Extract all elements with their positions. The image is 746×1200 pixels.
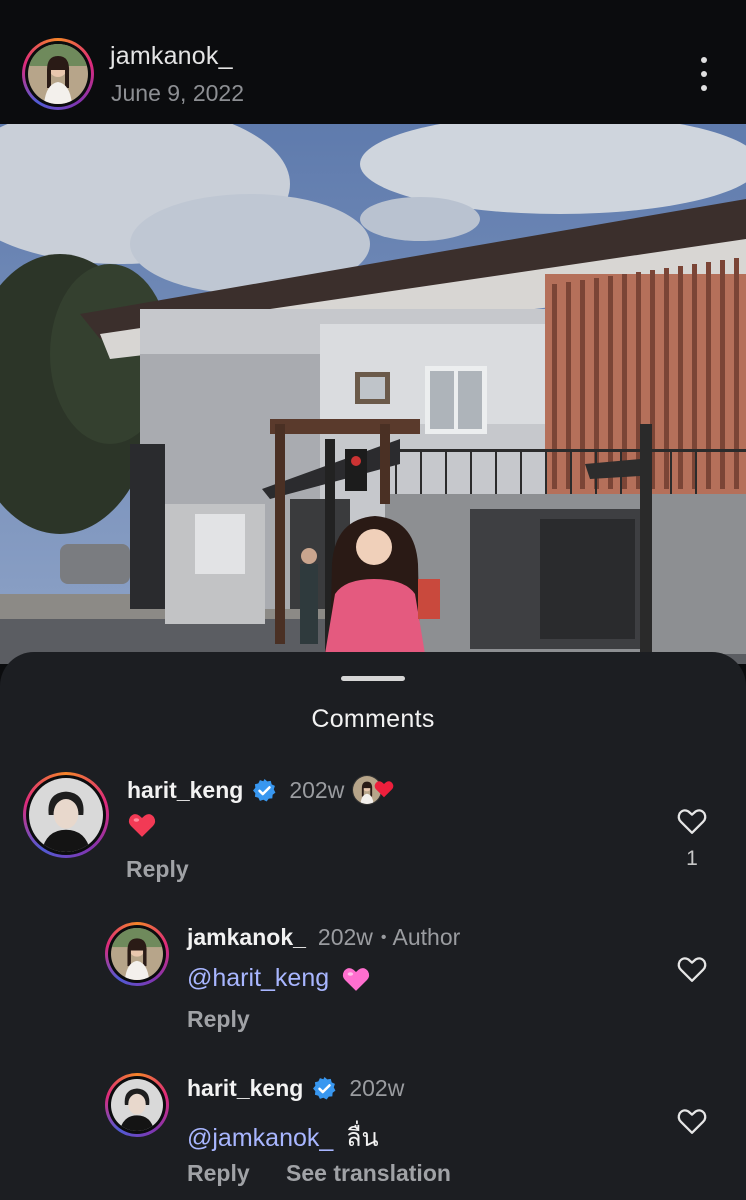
comment-actions: Reply See translation — [187, 1160, 451, 1187]
see-translation-button[interactable]: See translation — [286, 1160, 451, 1186]
more-dot-icon — [701, 85, 707, 91]
like-button[interactable] — [675, 1104, 709, 1138]
post-header: jamkanok_ June 9, 2022 — [0, 0, 746, 124]
commenter-avatar[interactable] — [105, 922, 169, 986]
heart-outline-icon — [677, 1109, 707, 1134]
red-heart-icon — [128, 814, 156, 838]
commenter-avatar[interactable] — [23, 772, 109, 858]
heart-outline-icon — [677, 957, 707, 982]
reply-button[interactable]: Reply — [187, 1006, 250, 1033]
comment-body: ลื่น — [346, 1124, 379, 1152]
comment-header: harit_keng 202w — [187, 1075, 404, 1102]
comment-timestamp: 202w — [349, 1075, 405, 1101]
mention-link[interactable]: @harit_keng — [187, 964, 329, 992]
comment-timestamp: 202w — [317, 924, 373, 950]
sheet-drag-handle[interactable] — [341, 676, 405, 681]
more-dot-icon — [701, 71, 707, 77]
comment-username[interactable]: harit_keng — [127, 777, 243, 804]
more-dot-icon — [701, 57, 707, 63]
comment-username[interactable]: jamkanok_ — [187, 924, 306, 951]
post-photo[interactable] — [0, 124, 746, 664]
author-label: Author — [392, 924, 461, 950]
comments-title: Comments — [311, 705, 435, 733]
comments-sheet: Comments harit_keng 202w Reply 1 jamkano… — [0, 652, 746, 1200]
verified-badge-icon — [312, 1076, 337, 1101]
comment-text: @harit_keng — [187, 964, 372, 994]
reply-button[interactable]: Reply — [187, 1160, 250, 1186]
reply-comment-item: jamkanok_ 202w • Author @harit_keng Repl… — [0, 920, 746, 1050]
more-options-button[interactable] — [690, 54, 718, 94]
pink-heart-icon — [342, 968, 370, 992]
comment-text — [126, 810, 158, 840]
liked-by-author-badge — [352, 775, 398, 805]
comment-header: jamkanok_ 202w • Author — [187, 924, 460, 951]
heart-outline-icon — [677, 809, 707, 834]
comment-item: harit_keng 202w Reply 1 — [0, 770, 746, 910]
post-date: June 9, 2022 — [111, 80, 245, 106]
like-button[interactable] — [675, 952, 709, 986]
reply-comment-item: harit_keng 202w @jamkanok_ ลื่น Reply Se… — [0, 1072, 746, 1200]
post-author-avatar[interactable] — [22, 38, 94, 110]
like-button[interactable] — [675, 804, 709, 838]
post-author-username[interactable]: jamkanok_ — [110, 42, 233, 71]
comment-text: @jamkanok_ ลื่น — [187, 1118, 379, 1158]
comment-header: harit_keng 202w — [127, 775, 398, 805]
reply-button[interactable]: Reply — [126, 856, 189, 883]
comment-timestamp: 202w — [289, 776, 345, 803]
heart-icon — [374, 781, 394, 798]
like-count: 1 — [686, 847, 698, 870]
verified-badge-icon — [252, 778, 277, 803]
commenter-avatar[interactable] — [105, 1073, 169, 1137]
mention-link[interactable]: @jamkanok_ — [187, 1124, 333, 1152]
comment-username[interactable]: harit_keng — [187, 1075, 303, 1102]
separator-dot: • — [380, 928, 387, 946]
